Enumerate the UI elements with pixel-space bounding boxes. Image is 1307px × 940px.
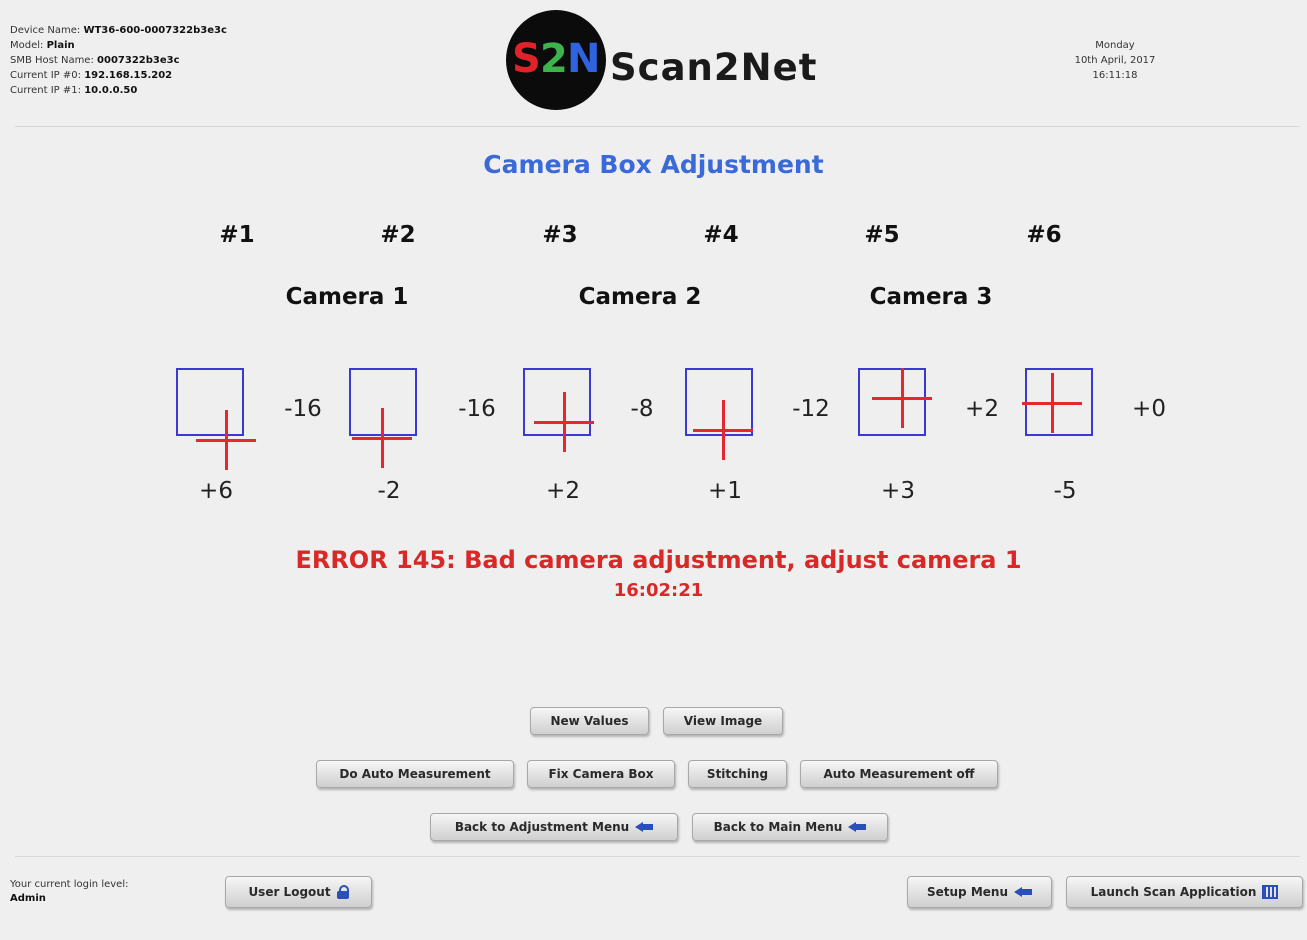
vertical-value-5: +3: [881, 478, 915, 504]
user-logout-label: User Logout: [248, 885, 331, 899]
logo-letter-n: N: [567, 36, 601, 82]
box-number-1: #1: [219, 222, 255, 248]
camera-3-label: Camera 3: [869, 284, 993, 310]
smb-host-value: 0007322b3e3c: [97, 55, 180, 66]
user-logout-button[interactable]: User Logout: [225, 876, 372, 908]
launch-scan-application-label: Launch Scan Application: [1090, 885, 1257, 899]
scan2net-logo: S 2 N Scan2Net: [506, 10, 826, 110]
auto-measurement-off-label: Auto Measurement off: [823, 767, 975, 781]
ip0-row: Current IP #0: 192.168.15.202: [10, 70, 173, 81]
fix-camera-box-label: Fix Camera Box: [548, 767, 654, 781]
back-to-main-menu-label: Back to Main Menu: [713, 820, 843, 834]
auto-measurement-off-button[interactable]: Auto Measurement off: [800, 760, 998, 788]
box-number-4: #4: [703, 222, 739, 248]
setup-menu-button[interactable]: Setup Menu: [907, 876, 1052, 908]
view-image-button[interactable]: View Image: [663, 707, 783, 735]
crosshair-icon: [534, 392, 594, 452]
error-time: 16:02:21: [613, 580, 704, 601]
model-row: Model: Plain: [10, 40, 75, 51]
header-divider: [15, 126, 1300, 127]
view-image-label: View Image: [683, 714, 763, 728]
do-auto-measurement-label: Do Auto Measurement: [339, 767, 491, 781]
adjust-box-1: [176, 368, 256, 470]
device-name-row: Device Name: WT36-600-0007322b3e3c: [10, 25, 227, 36]
horizontal-value-2: -16: [458, 396, 496, 422]
new-values-button[interactable]: New Values: [530, 707, 649, 735]
error-message: ERROR 145: Bad camera adjustment, adjust…: [295, 546, 1022, 574]
adjust-box-3: [523, 368, 594, 452]
fix-camera-box-button[interactable]: Fix Camera Box: [527, 760, 675, 788]
smb-host-row: SMB Host Name: 0007322b3e3c: [10, 55, 180, 66]
date-time: Monday 10th April, 2017 16:11:18: [1040, 38, 1190, 83]
vertical-value-3: +2: [546, 478, 580, 504]
page-title: Camera Box Adjustment: [483, 150, 824, 179]
vertical-value-2: -2: [377, 478, 401, 504]
vertical-value-6: -5: [1053, 478, 1077, 504]
stitching-button[interactable]: Stitching: [688, 760, 787, 788]
horizontal-value-4: -12: [792, 396, 830, 422]
vertical-value-1: +6: [199, 478, 233, 504]
login-level-value: Admin: [10, 893, 46, 904]
ip1-value: 10.0.0.50: [84, 85, 138, 96]
setup-menu-label: Setup Menu: [927, 885, 1008, 899]
crosshair-icon: [1022, 373, 1082, 433]
crosshair-icon: [872, 368, 932, 428]
date: 10th April, 2017: [1074, 55, 1156, 66]
lock-icon: [336, 885, 349, 899]
logo-letter-2: 2: [540, 36, 568, 82]
back-to-adjustment-menu-button[interactable]: Back to Adjustment Menu: [430, 813, 678, 841]
left-arrow-icon: [1014, 887, 1032, 897]
box-number-3: #3: [542, 222, 578, 248]
adjust-box-5: [858, 368, 932, 436]
login-info: Your current login level: Admin: [10, 878, 128, 906]
footer-divider: [15, 856, 1300, 857]
crosshair-icon: [196, 410, 256, 470]
login-level-label: Your current login level:: [10, 879, 129, 890]
launch-app-icon: [1262, 885, 1279, 899]
box-number-2: #2: [380, 222, 416, 248]
left-arrow-icon: [848, 822, 867, 832]
box-number-5: #5: [864, 222, 900, 248]
stitching-label: Stitching: [706, 767, 769, 781]
logo-letter-s: S: [512, 36, 541, 82]
ip0-value: 192.168.15.202: [84, 70, 173, 81]
horizontal-value-6: +0: [1132, 396, 1166, 422]
do-auto-measurement-button[interactable]: Do Auto Measurement: [316, 760, 514, 788]
adjust-box-2: [349, 368, 417, 468]
crosshair-icon: [693, 400, 753, 460]
back-to-main-menu-button[interactable]: Back to Main Menu: [692, 813, 888, 841]
weekday: Monday: [1095, 40, 1135, 51]
new-values-label: New Values: [550, 714, 629, 728]
logo-wordmark: Scan2Net: [610, 46, 818, 89]
model-value: Plain: [46, 40, 75, 51]
box-number-6: #6: [1026, 222, 1062, 248]
back-to-adjustment-menu-label: Back to Adjustment Menu: [454, 820, 630, 834]
adjust-box-4: [685, 368, 753, 460]
crosshair-icon: [352, 408, 412, 468]
device-name-value: WT36-600-0007322b3e3c: [83, 25, 227, 36]
horizontal-value-5: +2: [965, 396, 999, 422]
device-info: Device Name: WT36-600-0007322b3e3c Model…: [10, 23, 227, 98]
camera-2-label: Camera 2: [578, 284, 702, 310]
camera-1-label: Camera 1: [285, 284, 409, 310]
adjust-box-6: [1022, 368, 1093, 436]
clock-time: 16:11:18: [1092, 70, 1138, 81]
horizontal-value-1: -16: [284, 396, 322, 422]
ip1-row: Current IP #1: 10.0.0.50: [10, 85, 138, 96]
left-arrow-icon: [635, 822, 654, 832]
launch-scan-application-button[interactable]: Launch Scan Application: [1066, 876, 1303, 908]
vertical-value-4: +1: [708, 478, 742, 504]
horizontal-value-3: -8: [630, 396, 654, 422]
